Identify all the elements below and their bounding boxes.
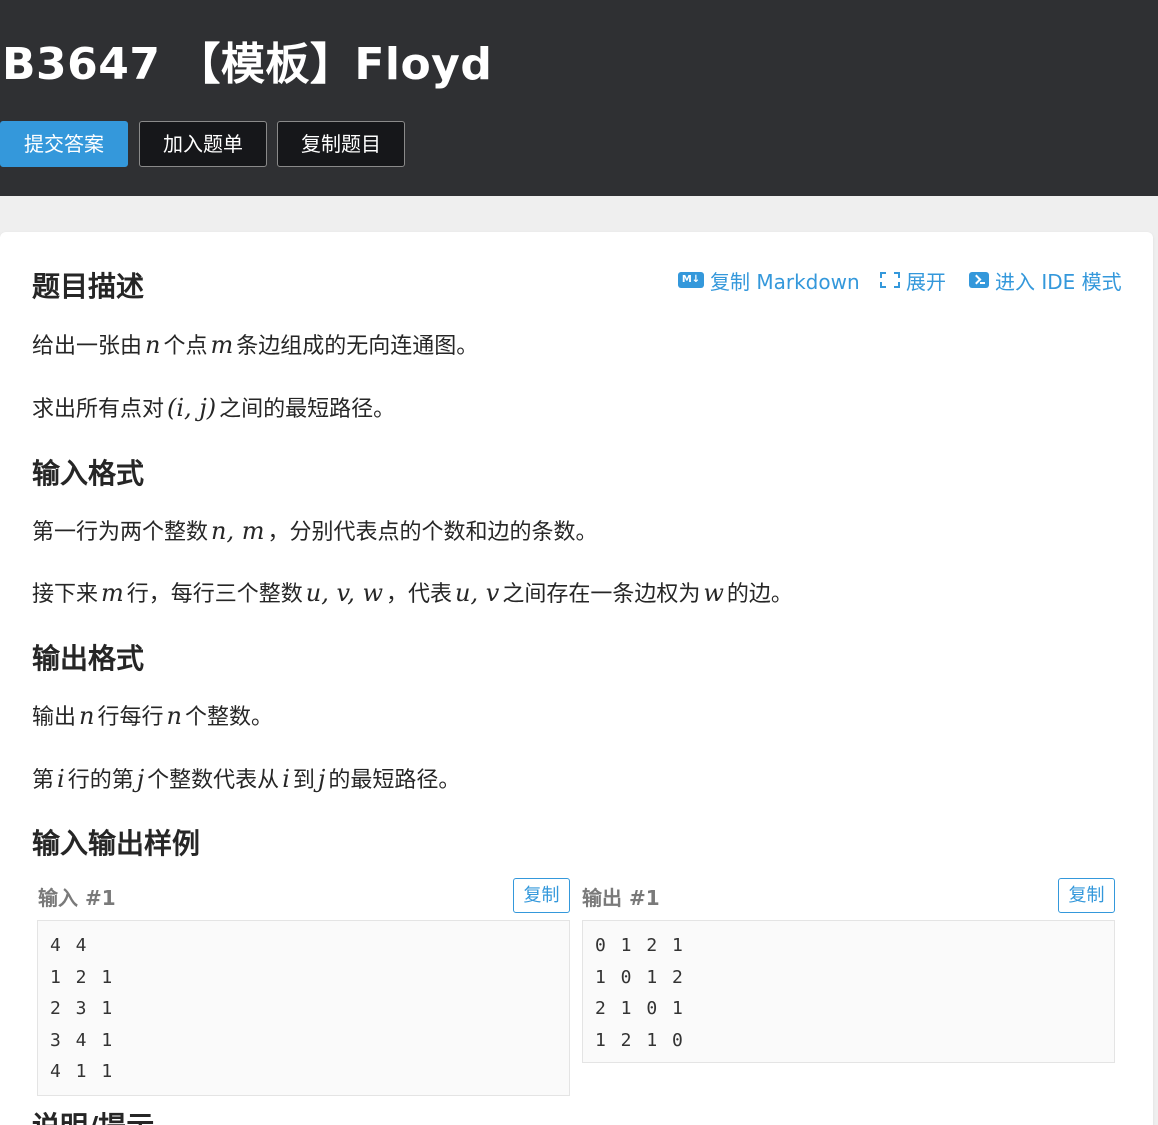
description-paragraph-2: 求出所有点对 (i, j) 之间的最短路径。	[32, 394, 396, 422]
add-to-list-button[interactable]: 加入题单	[139, 121, 267, 167]
input-format-heading: 输入格式	[32, 457, 145, 490]
code-line: 0 1 2 1	[595, 935, 685, 956]
submit-answer-button[interactable]: 提交答案	[0, 121, 128, 167]
expand-label: 展开	[906, 269, 946, 294]
input-format-paragraph-2: 接下来 m 行，每行三个整数 u, v, w ，代表 u, v 之间存在一条边权为 w 的边。	[32, 579, 793, 607]
sample-input-code[interactable]: 4 4 1 2 1 2 3 1 3 4 1 4 1 1	[37, 920, 570, 1096]
sample-output-code[interactable]: 0 1 2 1 1 0 1 2 2 1 0 1 1 2 1 0	[582, 920, 1115, 1063]
copy-input-button[interactable]: 复制	[513, 878, 570, 913]
samples-heading: 输入输出样例	[32, 827, 201, 860]
description-paragraph-1: 给出一张由 n 个点 m 条边组成的无向连通图。	[32, 331, 479, 359]
copy-output-button[interactable]: 复制	[1058, 878, 1115, 913]
problem-title: B3647 【模板】Floyd	[2, 39, 493, 90]
code-line: 1 0 1 2	[595, 966, 685, 988]
code-line: 1 2 1	[50, 966, 115, 988]
output-format-paragraph-2: 第 i 行的第 j 个整数代表从 i 到 j 的最短路径。	[32, 765, 461, 793]
ide-mode-label: 进入 IDE 模式	[995, 269, 1122, 294]
code-line: 3 4 1	[50, 1029, 115, 1051]
code-line: 2 1 0 1	[595, 998, 685, 1019]
sample-output-label: 输出 #1	[582, 886, 660, 910]
code-line: 4 1 1	[50, 1061, 115, 1082]
code-line: 4 4	[50, 935, 89, 956]
problem-header: B3647 【模板】Floyd 提交答案 加入题单 复制题目	[0, 0, 1158, 196]
hint-heading: 说明/提示	[32, 1105, 154, 1125]
code-line: 2 3 1	[50, 998, 115, 1019]
terminal-icon	[969, 272, 989, 288]
code-line: 1 2 1 0	[595, 1029, 685, 1051]
description-heading: 题目描述	[32, 270, 145, 303]
output-format-paragraph-1: 输出 n 行每行 n 个整数。	[32, 702, 273, 730]
expand-icon	[880, 272, 900, 288]
sample-input-label: 输入 #1	[38, 886, 116, 910]
copy-markdown-link[interactable]: M↓ 复制 Markdown	[678, 266, 860, 294]
copy-markdown-label: 复制 Markdown	[710, 269, 860, 294]
markdown-icon: M↓	[678, 272, 704, 288]
ide-mode-link[interactable]: 进入 IDE 模式	[969, 266, 1122, 294]
output-format-heading: 输出格式	[32, 642, 145, 675]
input-format-paragraph-1: 第一行为两个整数 n, m ，分别代表点的个数和边的条数。	[32, 517, 598, 545]
copy-problem-button[interactable]: 复制题目	[277, 121, 405, 167]
expand-link[interactable]: 展开	[880, 266, 946, 294]
